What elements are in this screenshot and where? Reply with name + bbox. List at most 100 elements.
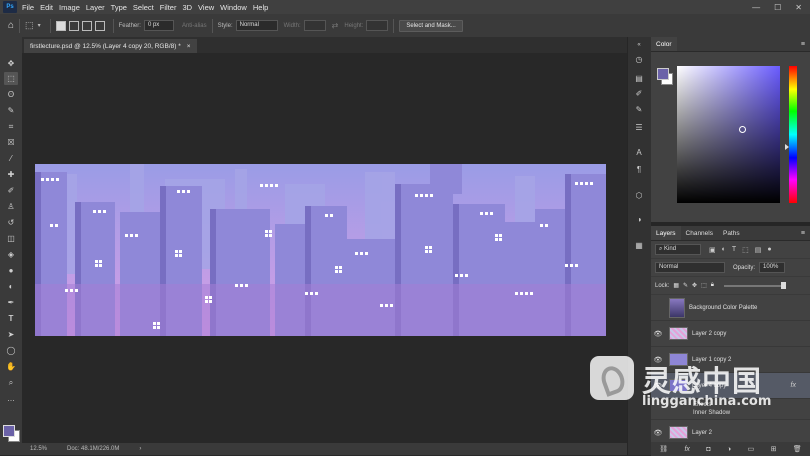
filter-toggle-icon[interactable]: ●: [767, 246, 771, 254]
hand-tool-icon[interactable]: ✋: [4, 360, 18, 373]
lock-pixels-icon[interactable]: ✎: [683, 282, 688, 289]
adjustments-panel-icon[interactable]: ▤: [633, 72, 645, 84]
fx-icon[interactable]: fx: [684, 446, 689, 453]
hue-slider[interactable]: [789, 66, 797, 203]
character-panel-icon[interactable]: A: [633, 146, 645, 158]
minimize-button[interactable]: —: [752, 3, 760, 12]
history-panel-icon[interactable]: ◷: [633, 53, 645, 65]
type-filter-icon[interactable]: T: [732, 246, 736, 254]
zoom-level[interactable]: 12.5%: [30, 446, 47, 452]
type-tool-icon[interactable]: T: [4, 312, 18, 325]
menu-type[interactable]: Type: [108, 3, 130, 12]
antialias-checkbox-label[interactable]: Anti-alias: [182, 23, 207, 29]
link-icon[interactable]: ⛓︎: [659, 445, 668, 453]
document-tab[interactable]: firstlecture.psd @ 12.5% (Layer 4 copy 2…: [24, 39, 197, 53]
layers-panel-menu-icon[interactable]: ≡: [801, 230, 810, 237]
layer-name[interactable]: Layer 2: [692, 430, 712, 436]
color-picker-cursor[interactable]: [739, 126, 746, 133]
select-and-mask-button[interactable]: Select and Mask...: [399, 19, 463, 32]
paragraph-panel-icon[interactable]: ¶: [633, 163, 645, 175]
menu-filter[interactable]: Filter: [157, 3, 180, 12]
properties-panel-icon[interactable]: ☰: [633, 121, 645, 133]
trash-icon[interactable]: 🗑︎: [793, 445, 802, 453]
brush-settings-icon[interactable]: ✐: [633, 87, 645, 99]
marquee-preset-icon[interactable]: ⬚: [25, 20, 34, 31]
lock-transparent-icon[interactable]: ▦: [673, 282, 679, 289]
hue-slider-marker[interactable]: [785, 144, 789, 150]
layer-row-background-palette[interactable]: Background Color Palette: [651, 295, 810, 321]
more-tools-icon[interactable]: …: [4, 392, 18, 405]
lock-position-icon[interactable]: ✥: [692, 282, 697, 289]
close-window-button[interactable]: ✕: [795, 3, 802, 12]
pen-tool-icon[interactable]: ✒: [4, 296, 18, 309]
subtract-selection-icon[interactable]: [81, 20, 92, 31]
add-selection-icon[interactable]: [68, 20, 79, 31]
menu-window[interactable]: Window: [217, 3, 250, 12]
3d-panel-icon[interactable]: ⬡: [633, 189, 645, 201]
marquee-tool-icon[interactable]: ⬚: [4, 72, 18, 85]
brush-tool-icon[interactable]: ✐: [4, 184, 18, 197]
shape-tool-icon[interactable]: ◯: [4, 344, 18, 357]
menu-help[interactable]: Help: [250, 3, 271, 12]
blend-mode-select[interactable]: Normal: [655, 262, 725, 273]
menu-file[interactable]: File: [19, 3, 37, 12]
home-icon[interactable]: ⌂: [8, 20, 14, 31]
new-selection-icon[interactable]: [55, 20, 66, 31]
move-tool-icon[interactable]: ✥: [4, 57, 18, 70]
lasso-tool-icon[interactable]: ʘ: [4, 88, 18, 101]
clone-stamp-icon[interactable]: ♙: [4, 200, 18, 213]
opacity-input[interactable]: 100%: [759, 262, 786, 273]
menu-image[interactable]: Image: [56, 3, 83, 12]
style-select[interactable]: Normal: [235, 20, 278, 31]
document-canvas[interactable]: [35, 164, 606, 336]
swatches-panel-icon[interactable]: ▦: [633, 239, 645, 251]
eye-icon[interactable]: 👁︎: [651, 330, 665, 338]
height-input[interactable]: [366, 20, 389, 31]
zoom-tool-icon[interactable]: ⌕: [4, 376, 18, 389]
menu-3d[interactable]: 3D: [179, 3, 195, 12]
layer-row-layer-2-copy[interactable]: 👁︎ Layer 2 copy: [651, 321, 810, 347]
tab-color[interactable]: Color: [651, 37, 677, 51]
paint-bucket-icon[interactable]: ◈: [4, 248, 18, 261]
canvas-area[interactable]: [22, 53, 627, 443]
smart-object-filter-icon[interactable]: ▤: [755, 246, 762, 254]
layer-name[interactable]: Background Color Palette: [689, 305, 757, 311]
mask-icon[interactable]: ◘: [706, 446, 710, 453]
color-panel-menu-icon[interactable]: ≡: [801, 41, 810, 48]
tab-layers[interactable]: Layers: [651, 226, 681, 240]
color-panel-foreground-swatch[interactable]: [657, 68, 669, 80]
dodge-tool-icon[interactable]: ◐: [4, 280, 18, 293]
lock-artboard-icon[interactable]: ⬚: [701, 282, 707, 289]
eyedropper-tool-icon[interactable]: ⁄: [4, 152, 18, 165]
tab-channels[interactable]: Channels: [681, 226, 718, 240]
fill-slider[interactable]: [723, 281, 786, 289]
quick-selection-icon[interactable]: ✎: [4, 104, 18, 117]
layer-name[interactable]: Layer 2 copy: [692, 331, 726, 337]
adjustment-filter-icon[interactable]: ◐: [722, 246, 726, 254]
new-layer-icon[interactable]: ⊞: [771, 445, 777, 453]
maximize-button[interactable]: ☐: [774, 3, 781, 12]
width-input[interactable]: [303, 20, 326, 31]
pixel-filter-icon[interactable]: ▣: [709, 246, 716, 254]
menu-edit[interactable]: Edit: [37, 3, 56, 12]
frame-tool-icon[interactable]: ☒: [4, 136, 18, 149]
photoshop-app-icon[interactable]: Ps: [3, 1, 17, 13]
healing-brush-icon[interactable]: ✚: [4, 168, 18, 181]
history-brush-icon[interactable]: ↺: [4, 216, 18, 229]
feather-input[interactable]: 0 px: [143, 20, 174, 31]
lock-all-icon[interactable]: 🔒︎: [711, 282, 714, 289]
foreground-color-swatch[interactable]: [3, 425, 15, 437]
eraser-tool-icon[interactable]: ◫: [4, 232, 18, 245]
menu-layer[interactable]: Layer: [83, 3, 108, 12]
adjustment-icon[interactable]: ◑: [727, 446, 731, 453]
collapse-panels-icon[interactable]: «: [633, 39, 645, 51]
close-tab-icon[interactable]: ×: [187, 43, 191, 50]
eye-icon[interactable]: 👁︎: [651, 429, 665, 437]
blur-tool-icon[interactable]: ●: [4, 264, 18, 277]
tab-paths[interactable]: Paths: [718, 226, 745, 240]
fill-slider-handle[interactable]: [780, 281, 786, 289]
chevron-down-icon[interactable]: ▾: [38, 22, 41, 29]
status-arrow-icon[interactable]: ›: [139, 446, 141, 452]
saturation-brightness-field[interactable]: [677, 66, 780, 203]
channels-panel-icon[interactable]: ◑: [633, 213, 645, 225]
